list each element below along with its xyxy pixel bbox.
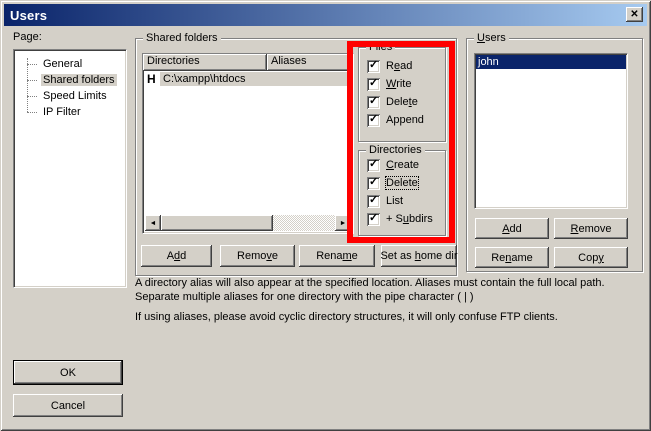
rename-directory-button[interactable]: Rename	[299, 245, 375, 267]
tree-item-label: Shared folders	[41, 74, 117, 86]
alias-help-text: A directory alias will also appear at th…	[135, 276, 647, 324]
users-group: Users john Add Remove Rename Copy	[466, 38, 643, 272]
page-tree: General Shared folders Speed Limits IP F…	[13, 49, 127, 288]
tree-item-label: IP Filter	[41, 106, 83, 118]
ok-button[interactable]: OK	[13, 360, 123, 385]
tree-item-shared-folders[interactable]: Shared folders	[14, 72, 126, 88]
scrollbar-track[interactable]	[273, 215, 335, 231]
scrollbar-thumb[interactable]	[161, 215, 273, 231]
add-user-button[interactable]: Add	[475, 218, 549, 239]
button-label: Copy	[578, 252, 604, 264]
rename-user-button[interactable]: Rename	[475, 247, 549, 268]
directories-listview[interactable]: Directories Aliases H C:\xampp\htdocs ◄ …	[142, 53, 354, 234]
shared-folders-group-label: Shared folders	[143, 32, 221, 44]
cancel-button[interactable]: Cancel	[13, 394, 123, 417]
users-list[interactable]: john	[474, 53, 628, 209]
users-dialog: Users ✕ Page: General Shared folders Spe…	[0, 0, 651, 431]
button-label: Add	[502, 223, 522, 235]
user-row-john[interactable]: john	[476, 55, 626, 69]
close-button[interactable]: ✕	[626, 7, 643, 22]
listview-header: Directories Aliases	[143, 54, 353, 71]
button-label: Set as home dir	[380, 250, 457, 262]
alias-help-paragraph-2: If using aliases, please avoid cyclic di…	[135, 310, 647, 324]
set-as-home-dir-button[interactable]: Set as home dir	[381, 245, 457, 267]
button-label: Add	[167, 250, 187, 262]
tree-item-label: Speed Limits	[41, 90, 109, 102]
window-title: Users	[10, 8, 47, 23]
users-group-label: Users	[474, 32, 509, 44]
button-label: Remove	[237, 250, 278, 262]
page-label: Page:	[13, 31, 42, 43]
copy-user-button[interactable]: Copy	[554, 247, 628, 268]
add-directory-button[interactable]: Add	[141, 245, 212, 267]
column-header-aliases[interactable]: Aliases	[267, 54, 353, 71]
home-marker: H	[143, 72, 160, 86]
alias-help-paragraph-1: A directory alias will also appear at th…	[135, 276, 647, 304]
column-header-directories[interactable]: Directories	[143, 54, 267, 71]
button-label: Rename	[491, 252, 533, 264]
tree-item-speed-limits[interactable]: Speed Limits	[14, 88, 126, 104]
tree-item-ip-filter[interactable]: IP Filter	[14, 104, 126, 120]
button-label: Remove	[571, 223, 612, 235]
annotation-rectangle	[347, 41, 455, 243]
scroll-left-icon: ◄	[150, 220, 157, 227]
close-icon: ✕	[630, 9, 638, 20]
scroll-right-icon: ►	[340, 220, 347, 227]
tree-item-general[interactable]: General	[14, 56, 126, 72]
remove-directory-button[interactable]: Remove	[220, 245, 295, 267]
horizontal-scrollbar[interactable]: ◄ ►	[145, 215, 351, 231]
button-label: Rename	[316, 250, 358, 262]
scroll-left-button[interactable]: ◄	[145, 215, 161, 231]
tree-item-label: General	[41, 58, 84, 70]
title-bar: Users ✕	[4, 4, 647, 26]
directory-path: C:\xampp\htdocs	[160, 72, 353, 86]
remove-user-button[interactable]: Remove	[554, 218, 628, 239]
directory-row[interactable]: H C:\xampp\htdocs	[143, 71, 353, 86]
